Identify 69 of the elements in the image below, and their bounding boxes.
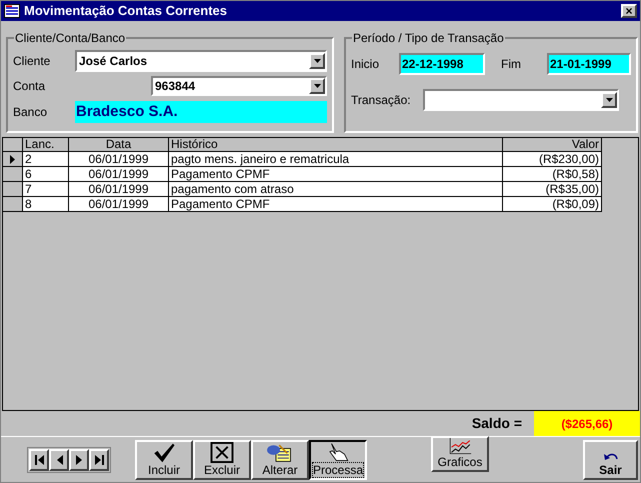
field-value: 21-01-1999	[550, 56, 612, 73]
field-label: Conta	[13, 78, 46, 95]
check-button[interactable]: Incluir	[135, 440, 193, 480]
row-selector[interactable]	[3, 182, 23, 197]
undo-button[interactable]: Sair	[583, 440, 638, 480]
field-value: 22-12-1998	[402, 56, 464, 73]
undo-icon	[602, 451, 618, 463]
row-selector[interactable]	[3, 152, 23, 167]
caret-icon	[314, 84, 320, 88]
column-header[interactable]: Histórico	[169, 138, 503, 152]
column-header[interactable]: Valor	[503, 138, 602, 152]
field-label: Fim	[501, 56, 522, 73]
table-cell: 06/01/1999	[69, 152, 169, 167]
balance-label: Saldo =	[472, 414, 522, 433]
field-label: Transação:	[351, 92, 412, 109]
table-cell: (R$0,09)	[503, 197, 602, 212]
table-cell: 7	[23, 182, 69, 197]
arrow-icon	[74, 455, 84, 465]
delete-button[interactable]: Excluir	[193, 440, 251, 480]
hand-button[interactable]: Processa	[309, 440, 367, 480]
table-cell: 06/01/1999	[69, 167, 169, 182]
dropdown-field[interactable]	[423, 89, 619, 111]
caret-icon	[314, 59, 320, 63]
caret-icon	[606, 98, 612, 102]
column-header[interactable]: Lanc.	[23, 138, 69, 152]
close-button[interactable]: ×	[621, 4, 637, 18]
arrow-icon	[34, 455, 44, 465]
field-label: Inicio	[351, 56, 380, 73]
field-value: 963844	[155, 78, 196, 95]
navigation-button[interactable]	[29, 449, 49, 471]
field-value: José Carlos	[79, 53, 148, 70]
date-field[interactable]: 21-01-1999	[547, 53, 631, 75]
row-selector[interactable]	[3, 167, 23, 182]
row-selector[interactable]	[3, 197, 23, 212]
dropdown-field[interactable]: 963844	[151, 76, 327, 96]
close-icon	[210, 442, 234, 463]
field-label: Cliente	[13, 53, 52, 70]
navigation-button[interactable]	[69, 449, 89, 471]
navigation-button[interactable]	[89, 449, 109, 471]
table-cell: (R$35,00)	[503, 182, 602, 197]
dropdown-button[interactable]	[601, 92, 617, 108]
dropdown-button[interactable]	[309, 53, 325, 69]
edit-button[interactable]: Alterar	[251, 440, 309, 480]
table-cell: 06/01/1999	[69, 197, 169, 212]
table-cell: (R$0,58)	[503, 167, 602, 182]
table-cell: pagamento com atraso	[169, 182, 503, 197]
chart-button[interactable]: Graficos	[431, 436, 489, 472]
balance-value: ($265,66)	[534, 411, 640, 436]
table-cell: Pagamento CPMF	[169, 197, 503, 212]
dropdown-button[interactable]	[309, 78, 325, 94]
window-title: Movimentação Contas Correntes	[24, 2, 228, 20]
group-title: Cliente/Conta/Banco	[14, 30, 126, 47]
column-header[interactable]: Data	[69, 138, 169, 152]
table-cell: 6	[23, 167, 69, 182]
field-label: Banco	[13, 104, 48, 121]
table-cell: Pagamento CPMF	[169, 167, 503, 182]
date-field[interactable]: 22-12-1998	[399, 53, 485, 75]
table-cell: pagto mens. janeiro e rematricula	[169, 152, 503, 167]
field-value: Bradesco S.A.	[76, 102, 178, 122]
table-cell: 8	[23, 197, 69, 212]
navigation-button[interactable]	[49, 449, 69, 471]
group-title: Período / Tipo de Transação	[352, 30, 505, 47]
arrow-icon	[94, 455, 104, 465]
arrow-icon	[54, 455, 64, 465]
table-cell: 2	[23, 152, 69, 167]
table-cell: 06/01/1999	[69, 182, 169, 197]
table-cell: (R$230,00)	[503, 152, 602, 167]
dropdown-field[interactable]: José Carlos	[75, 50, 327, 72]
app-icon	[4, 4, 20, 18]
